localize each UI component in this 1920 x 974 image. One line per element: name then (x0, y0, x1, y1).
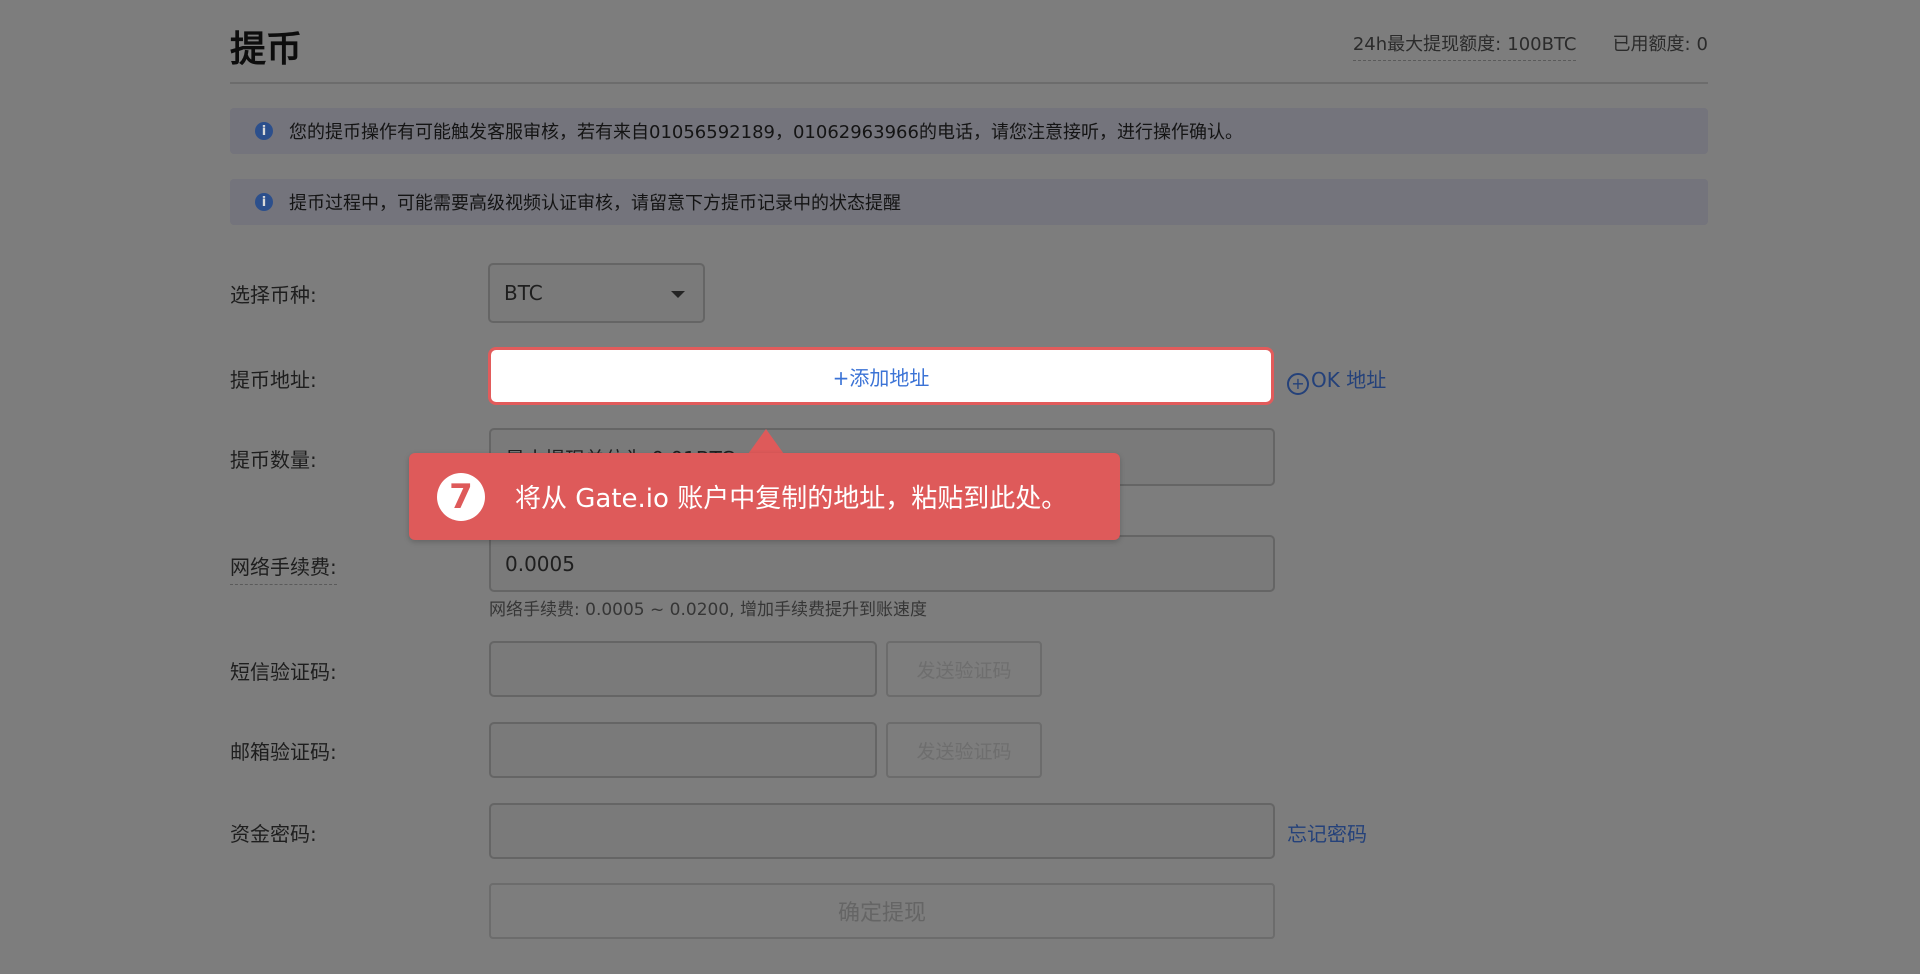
notice-text: 提币过程中，可能需要高级视频认证审核，请留意下方提币记录中的状态提醒 (289, 193, 901, 214)
daily-limit-value: 100BTC (1507, 34, 1577, 55)
chevron-down-icon (671, 291, 685, 298)
address-label: 提币地址: (230, 368, 317, 392)
fund-password-input[interactable] (489, 803, 1275, 859)
info-icon: i (255, 122, 273, 140)
ok-address-text: OK 地址 (1311, 368, 1387, 392)
fee-hint: 网络手续费: 0.0005 ~ 0.0200, 增加手续费提升到账速度 (489, 600, 927, 620)
withdraw-limits: 24h最大提现额度: 100BTC 已用额度: 0 (1352, 30, 1708, 61)
daily-limit: 24h最大提现额度: 100BTC (1352, 30, 1577, 61)
send-email-code-button[interactable]: 发送验证码 (886, 722, 1042, 778)
ok-address-link[interactable]: + OK 地址 (1287, 364, 1386, 395)
sms-code-input[interactable] (489, 641, 877, 697)
fee-value: 0.0005 (505, 551, 575, 576)
plus-circle-icon: + (1287, 373, 1309, 395)
notice-text: 您的提币操作有可能触发客服审核，若有来自01056592189，01062963… (289, 122, 1243, 143)
info-icon: i (255, 193, 273, 211)
currency-label: 选择币种: (230, 283, 317, 307)
notice-review-call: i 您的提币操作有可能触发客服审核，若有来自01056592189，010629… (230, 108, 1708, 154)
tooltip-text: 将从 Gate.io 账户中复制的地址，粘贴到此处。 (515, 484, 1068, 514)
used-limit-value: 0 (1696, 34, 1708, 55)
tutorial-tooltip: 7 将从 Gate.io 账户中复制的地址，粘贴到此处。 (409, 453, 1120, 540)
used-limit: 已用额度: 0 (1612, 30, 1708, 61)
used-limit-label: 已用额度: (1612, 34, 1691, 55)
add-address-button[interactable]: +添加地址 (488, 347, 1274, 405)
amount-label: 提币数量: (230, 448, 317, 472)
currency-select[interactable]: BTC (488, 263, 705, 323)
notice-video-verify: i 提币过程中，可能需要高级视频认证审核，请留意下方提币记录中的状态提醒 (230, 179, 1708, 225)
header-divider (230, 82, 1708, 84)
forgot-password-link[interactable]: 忘记密码 (1287, 818, 1367, 847)
currency-select-value: BTC (504, 281, 543, 305)
confirm-withdraw-button[interactable]: 确定提现 (489, 883, 1275, 939)
sms-code-label: 短信验证码: (230, 660, 337, 684)
tooltip-arrow (748, 429, 784, 454)
send-sms-code-button[interactable]: 发送验证码 (886, 641, 1042, 697)
daily-limit-label: 24h最大提现额度: (1352, 34, 1502, 55)
step-number-badge: 7 (437, 472, 485, 521)
fund-password-label: 资金密码: (230, 822, 317, 846)
email-code-input[interactable] (489, 722, 877, 778)
fee-input[interactable]: 0.0005 (489, 535, 1275, 592)
page-title: 提币 (230, 29, 303, 70)
fee-label: 网络手续费: (230, 551, 337, 585)
email-code-label: 邮箱验证码: (230, 740, 337, 764)
